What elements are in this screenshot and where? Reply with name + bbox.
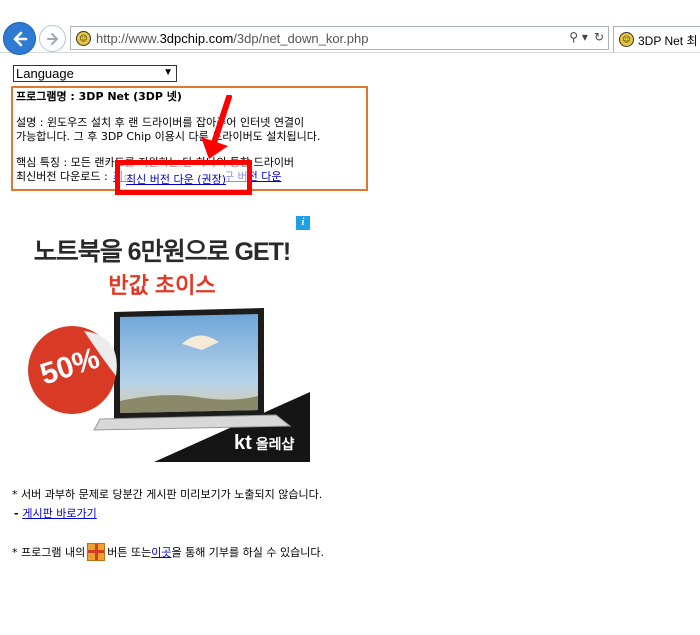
board-link[interactable]: 게시판 바로가기	[22, 507, 96, 520]
ad-artwork	[28, 308, 310, 462]
address-tools: ⚲ ▾ ↻	[569, 30, 604, 44]
arrow-left-icon	[13, 31, 27, 46]
browser-toolbar: ☺ http://www.3dpchip.com/3dp/net_down_ko…	[0, 0, 700, 55]
arrow-right-icon	[46, 32, 58, 45]
tab-favicon-icon: ☺	[619, 32, 634, 47]
chevron-down-icon: ▼	[163, 67, 173, 78]
browser-tab[interactable]: ☺ 3DP Net 최	[613, 26, 700, 52]
download-prefix: 최신버전 다운로드 :	[16, 170, 112, 183]
gift-icon	[87, 543, 106, 561]
description-line-1: 설명 : 윈도우즈 설치 후 랜 드라이버를 잡아주어 인터넷 연결이	[16, 116, 305, 129]
language-select-value: Language	[16, 66, 74, 81]
highlighted-latest-download[interactable]: 최신 버전 다운 (권장)	[126, 171, 227, 187]
kt-logo: kt	[234, 432, 252, 454]
forward-button[interactable]	[39, 25, 66, 52]
donation-notice: * 프로그램 내의 버튼 또는 이곳 을 통해 기부를 하실 수 있습니다.	[12, 543, 324, 561]
refresh-icon[interactable]: ↻	[594, 30, 604, 44]
address-bar[interactable]: ☺ http://www.3dpchip.com/3dp/net_down_ko…	[70, 26, 609, 50]
tab-title: 3DP Net 최	[638, 34, 698, 48]
annotation-arrow-icon	[201, 95, 232, 159]
board-link-line: - 게시판 바로가기	[14, 507, 97, 520]
description-line-2: 가능합니다. 그 후 3DP Chip 이용시 다른 드라이버도 설치됩니다.	[16, 130, 321, 143]
brand-name: 올레샵	[255, 436, 295, 452]
server-notice: * 서버 과부하 문제로 당분간 게시판 미리보기가 노출되지 않습니다.	[12, 488, 323, 501]
donation-link[interactable]: 이곳	[151, 544, 171, 560]
url-text[interactable]: http://www.3dpchip.com/3dp/net_down_kor.…	[96, 31, 368, 46]
site-favicon-icon: ☺	[76, 31, 91, 46]
ad-banner[interactable]: i 노트북을 6만원으로 GET! 반값 초이스 50% kt 올레샵	[14, 216, 310, 462]
back-button[interactable]	[3, 22, 36, 55]
search-icon[interactable]: ⚲ ▾	[569, 30, 588, 44]
ad-brand: kt 올레샵	[234, 432, 294, 455]
program-title: 프로그램명 : 3DP Net (3DP 넷)	[16, 90, 182, 103]
language-select[interactable]: Language ▼	[13, 65, 177, 82]
